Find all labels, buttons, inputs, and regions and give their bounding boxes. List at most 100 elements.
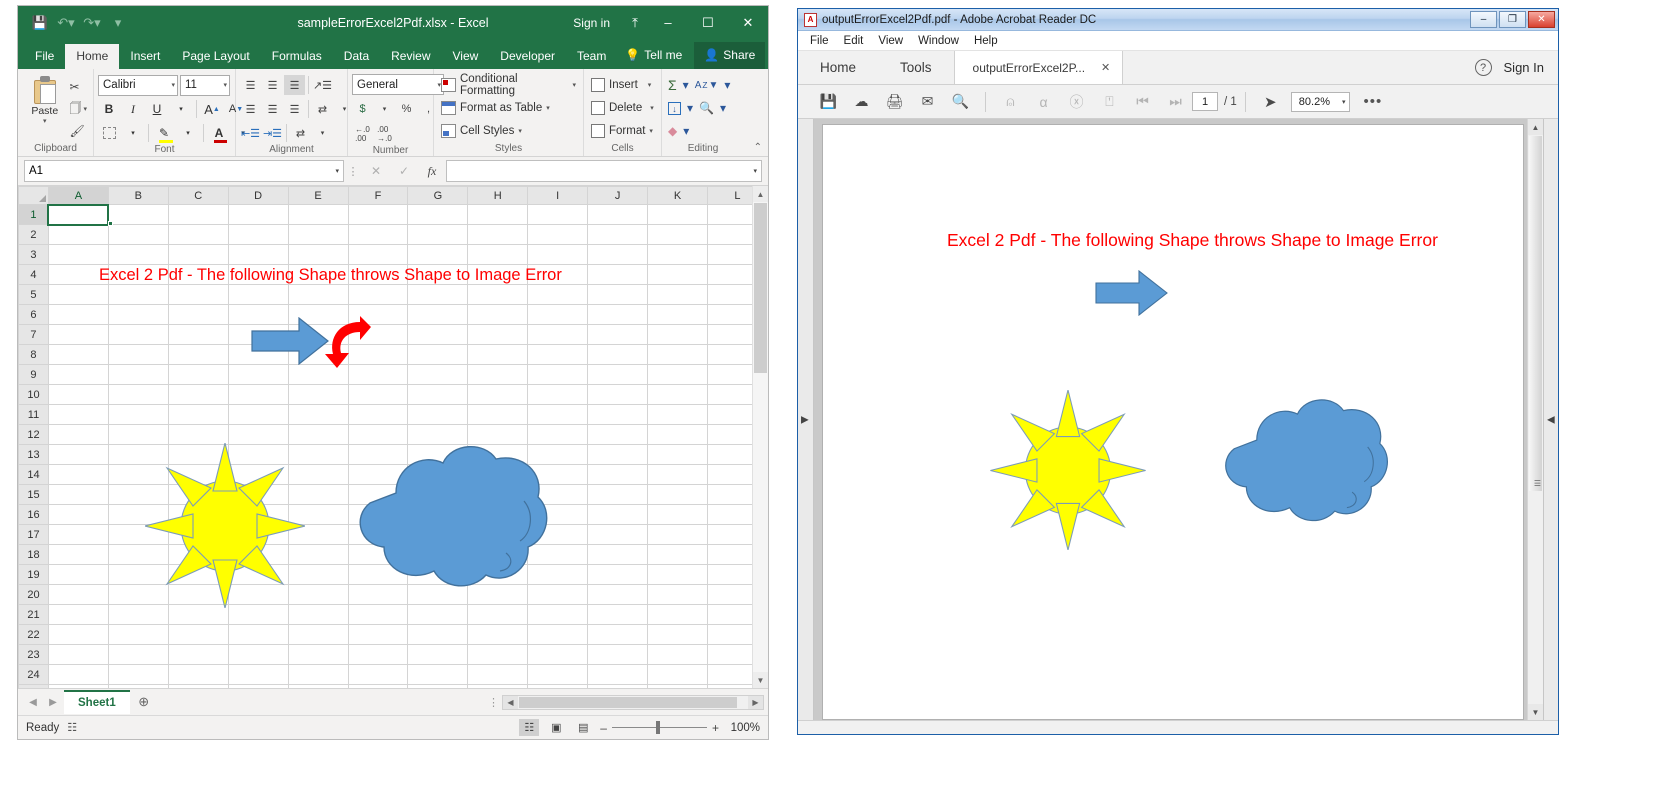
horizontal-scroll-thumb[interactable] — [519, 697, 737, 708]
format-painter-button[interactable]: 🖌 — [67, 121, 89, 141]
decrease-indent-button[interactable]: ⇤☰ — [240, 123, 261, 143]
align-top-button[interactable]: ☰ — [240, 75, 261, 95]
ribbon-tab-team[interactable]: Team — [566, 44, 617, 69]
row-header-21[interactable]: 21 — [19, 605, 49, 625]
row-header-2[interactable]: 2 — [19, 225, 49, 245]
number-format-combo[interactable]: General▾ — [352, 74, 444, 95]
accessibility-icon[interactable]: ☷ — [67, 721, 77, 734]
orientation-button[interactable]: ↗☰ — [312, 75, 333, 95]
save-icon[interactable]: 💾 — [812, 88, 845, 116]
page-break-preview-button[interactable]: ▤ — [573, 719, 593, 736]
upload-cloud-icon[interactable]: ☁ — [845, 88, 878, 116]
accounting-format-button[interactable]: $ — [352, 99, 373, 119]
row-header-17[interactable]: 17 — [19, 525, 49, 545]
expand-left-pane-icon[interactable]: ▶ — [801, 414, 809, 425]
tab-document[interactable]: outputErrorExcel2P... ✕ — [954, 51, 1124, 84]
menu-view[interactable]: View — [878, 35, 903, 47]
formula-expand-chevron-down-icon[interactable]: ▾ — [753, 167, 757, 175]
row-header-15[interactable]: 15 — [19, 485, 49, 505]
more-tools-icon[interactable]: ••• — [1364, 93, 1383, 110]
zoom-out-button[interactable]: – — [600, 721, 607, 735]
last-page-icon[interactable]: ⍞ — [1093, 88, 1126, 116]
cell-f1[interactable] — [348, 205, 408, 225]
scroll-right-arrow-icon[interactable]: ▶ — [748, 696, 763, 709]
cell-a1[interactable] — [48, 205, 108, 225]
cell-d1[interactable] — [228, 205, 288, 225]
pdf-page-area[interactable]: Excel 2 Pdf - The following Shape throws… — [814, 119, 1527, 720]
normal-view-button[interactable]: ☷ — [519, 719, 539, 736]
sheet-tab-sheet1[interactable]: Sheet1 — [64, 690, 130, 714]
autosum-chevron-down-icon[interactable]: ▾ — [681, 75, 691, 95]
sort-filter-chevron-down-icon[interactable]: ▾ — [722, 75, 732, 95]
row-header-11[interactable]: 11 — [19, 405, 49, 425]
save-icon[interactable]: 💾 — [28, 12, 52, 34]
acrobat-minimize-button[interactable]: – — [1470, 11, 1497, 28]
font-name-combo[interactable]: Calibri▾ — [98, 75, 178, 96]
row-header-20[interactable]: 20 — [19, 585, 49, 605]
find-select-chevron-down-icon[interactable]: ▾ — [718, 98, 728, 118]
cancel-formula-icon[interactable]: ✕ — [362, 160, 390, 182]
acrobat-maximize-button[interactable]: ❐ — [1499, 11, 1526, 28]
col-header-h[interactable]: H — [468, 187, 528, 205]
red-curved-arrow-shape[interactable] — [324, 316, 374, 370]
row-header-16[interactable]: 16 — [19, 505, 49, 525]
percent-format-button[interactable]: % — [396, 99, 417, 119]
name-box[interactable]: A1 ▾ — [24, 160, 344, 182]
undo-icon[interactable]: ↶▾ — [54, 12, 78, 34]
ribbon-tab-home[interactable]: Home — [65, 44, 119, 69]
underline-chevron-down-icon[interactable]: ▾ — [170, 99, 192, 120]
paste-button[interactable]: Paste ▾ — [22, 74, 67, 125]
row-header-14[interactable]: 14 — [19, 465, 49, 485]
page-number-input[interactable]: 1 — [1192, 92, 1218, 111]
zoom-level-label[interactable]: 100% — [726, 722, 760, 734]
row-header-19[interactable]: 19 — [19, 565, 49, 585]
increase-indent-button[interactable]: ⇥☰ — [262, 123, 283, 143]
formula-input[interactable]: ▾ — [446, 160, 762, 182]
scroll-up-arrow-icon[interactable]: ▲ — [1528, 119, 1543, 135]
cell-g1[interactable] — [408, 205, 468, 225]
expand-right-pane-icon[interactable]: ◀ — [1547, 414, 1555, 425]
row-header-24[interactable]: 24 — [19, 665, 49, 685]
ribbon-tab-page-layout[interactable]: Page Layout — [171, 44, 260, 69]
borders-button[interactable] — [98, 123, 120, 144]
align-bottom-button[interactable]: ☰ — [284, 75, 305, 95]
fill-color-button[interactable]: ✎ — [153, 123, 175, 144]
cell-i1[interactable] — [528, 205, 588, 225]
align-left-button[interactable]: ☰ — [240, 99, 261, 119]
col-header-c[interactable]: C — [168, 187, 228, 205]
ribbon-tab-formulas[interactable]: Formulas — [261, 44, 333, 69]
add-sheet-icon[interactable]: ⊕ — [132, 694, 156, 710]
cell-styles-button[interactable]: Cell Styles ▾ — [438, 120, 525, 142]
worksheet-horizontal-scrollbar[interactable]: ◀ ▶ — [502, 695, 764, 710]
worksheet-vertical-scrollbar[interactable]: ▲ ▼ — [752, 186, 768, 688]
close-icon[interactable]: ✕ — [1101, 61, 1110, 74]
insert-cells-button[interactable]: Insert ▾ — [588, 74, 654, 96]
row-header-4[interactable]: 4 — [19, 265, 49, 285]
scroll-left-arrow-icon[interactable]: ◀ — [503, 696, 518, 709]
cut-button[interactable]: ✂ — [67, 77, 89, 97]
autosum-button[interactable]: Σ — [666, 75, 679, 95]
italic-button[interactable]: I — [122, 99, 144, 120]
col-header-k[interactable]: K — [648, 187, 708, 205]
select-all-corner[interactable] — [19, 187, 49, 205]
insert-function-icon[interactable]: fx — [418, 160, 446, 182]
accounting-chevron-down-icon[interactable]: ▾ — [374, 99, 395, 119]
ribbon-tab-review[interactable]: Review — [380, 44, 441, 69]
fill-handle[interactable] — [108, 221, 113, 226]
row-header-9[interactable]: 9 — [19, 365, 49, 385]
col-header-d[interactable]: D — [228, 187, 288, 205]
row-header-1[interactable]: 1 — [19, 205, 49, 225]
cell-j1[interactable] — [588, 205, 648, 225]
col-header-j[interactable]: J — [588, 187, 648, 205]
first-page-icon[interactable]: ⍝ — [994, 88, 1027, 116]
row-header-3[interactable]: 3 — [19, 245, 49, 265]
copy-button[interactable]: 🗍▾ — [67, 99, 89, 119]
align-right-button[interactable]: ☰ — [284, 99, 305, 119]
ribbon-display-options-icon[interactable]: ⤒ — [622, 11, 648, 35]
previous-view-icon[interactable]: ⏮ — [1126, 88, 1159, 116]
row-header-23[interactable]: 23 — [19, 645, 49, 665]
delete-cells-button[interactable]: Delete ▾ — [588, 97, 657, 119]
increase-font-size-button[interactable]: A▲ — [201, 99, 223, 120]
print-icon[interactable]: 🖨 — [878, 88, 911, 116]
collapse-ribbon-icon[interactable]: ⌃ — [754, 142, 762, 153]
